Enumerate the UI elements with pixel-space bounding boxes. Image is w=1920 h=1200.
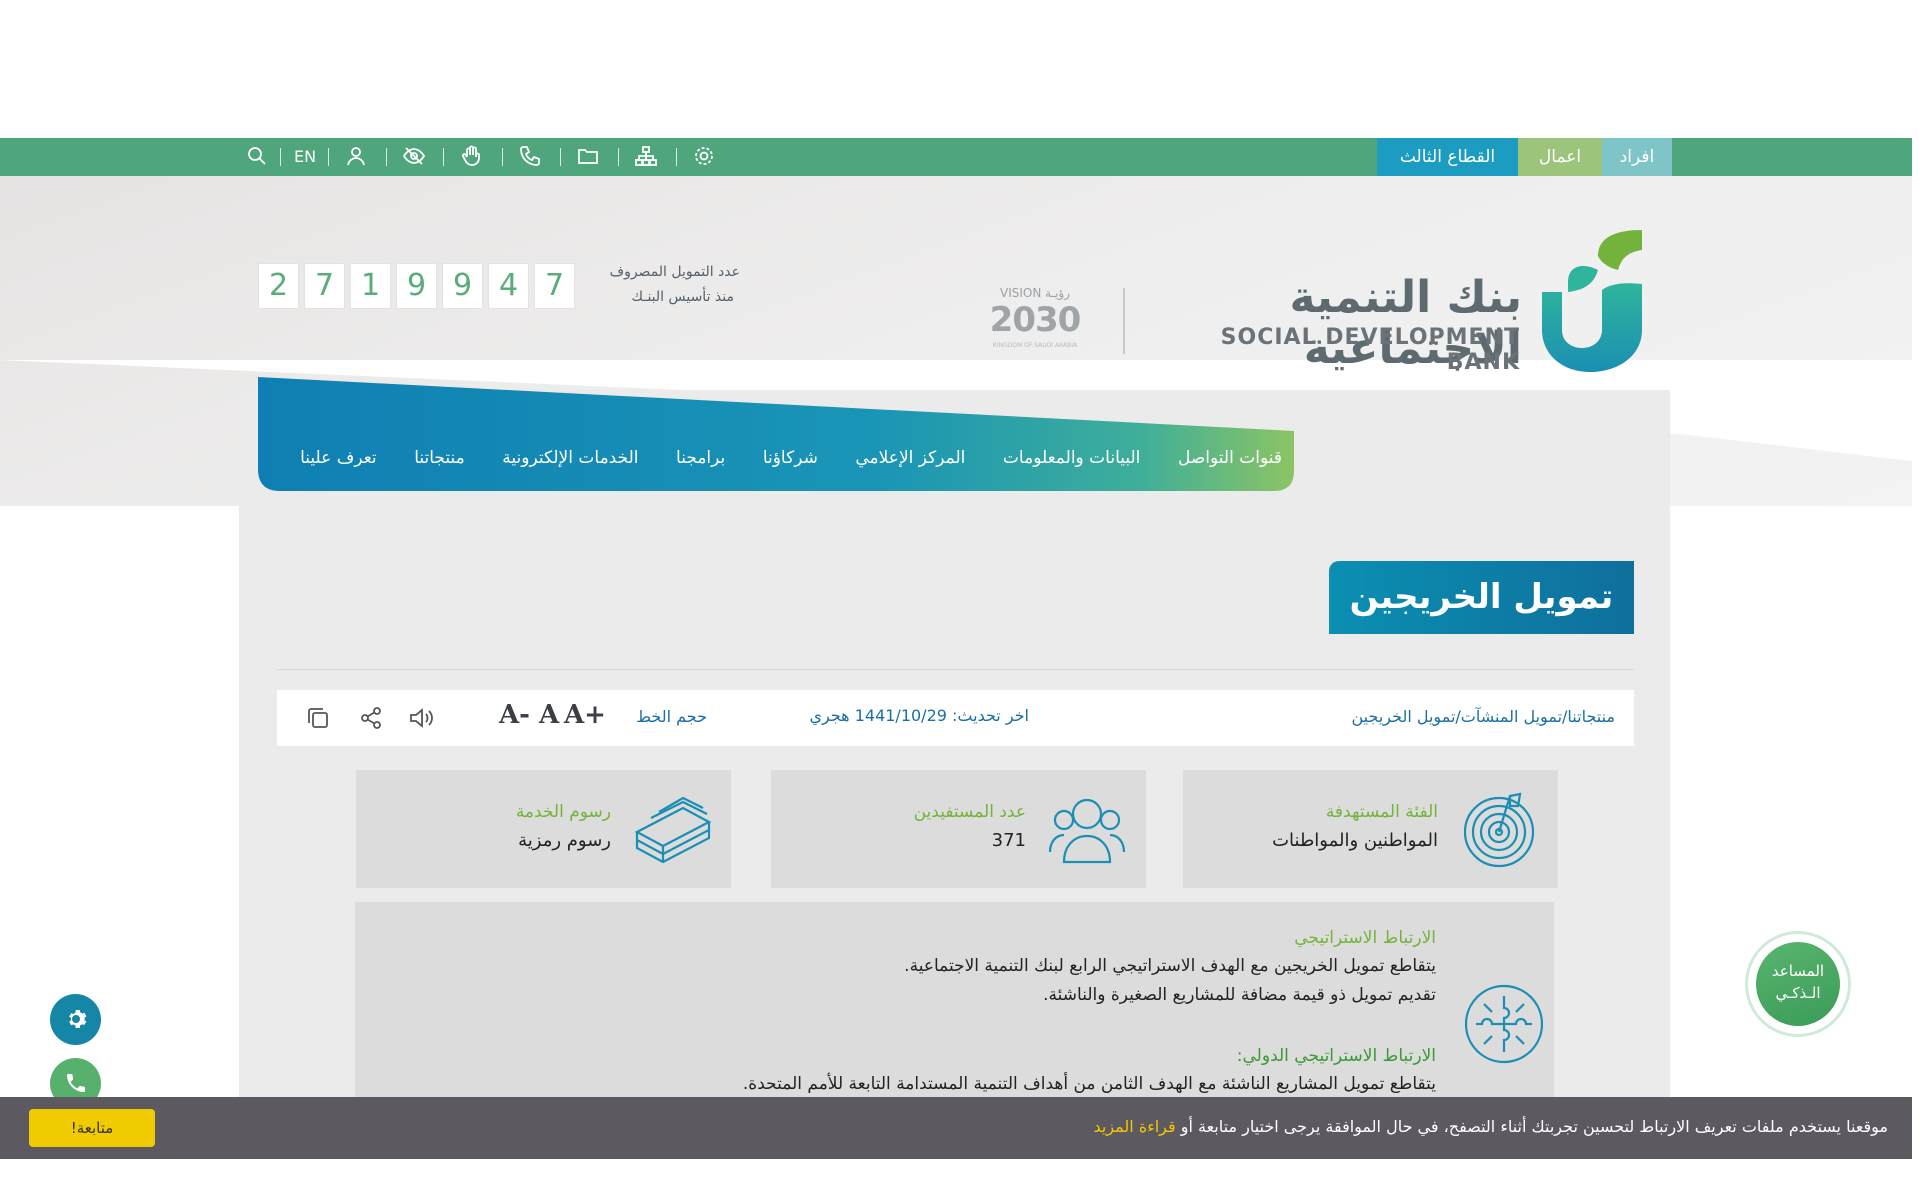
bank-name-english: SOCIAL DEVELOPMENT BANK — [1220, 325, 1520, 375]
counter-digit: 7 — [534, 263, 575, 309]
breadcrumb[interactable]: منتجاتنا/تمويل المنشآت/تمويل الخريجين — [1352, 707, 1616, 726]
vision-subtitle: KINGDOM OF SAUDI ARABIA — [992, 342, 1078, 349]
smart-assistant-label: المساعد الـذكـي — [1756, 942, 1840, 1026]
copy-icon[interactable] — [304, 704, 332, 732]
sitemap-icon[interactable] — [632, 144, 660, 170]
font-size-label: حجم الخط — [636, 707, 707, 726]
counter-digit: 1 — [350, 263, 391, 309]
nav-partners[interactable]: شركاؤنا — [763, 448, 818, 478]
breadcrumb-bar: منتجاتنا/تمويل المنشآت/تمويل الخريجين اخ… — [277, 690, 1634, 746]
segment-individuals[interactable]: افراد — [1602, 138, 1672, 176]
vision-label: VISION رؤيـة — [999, 286, 1071, 300]
counter-digit: 7 — [304, 263, 345, 309]
nav-products[interactable]: منتجاتنا — [414, 448, 465, 478]
card-beneficiaries: عدد المستفيدين 371 — [771, 770, 1146, 888]
toolbar-divider — [618, 148, 619, 166]
card-value: المواطنين والمواطنات — [1272, 830, 1438, 851]
target-icon — [1458, 788, 1540, 870]
users-icon — [1046, 788, 1128, 870]
bank-logo-icon[interactable] — [1538, 226, 1642, 372]
cookie-message: موقعنا يستخدم ملفات تعريف الارتباط لتحسي… — [1093, 1117, 1888, 1136]
counter-label: عدد التمويل المصروف — [609, 264, 740, 280]
toolbar-divider — [502, 148, 503, 166]
audio-speaker-icon[interactable] — [407, 704, 435, 732]
settings-gear-icon[interactable] — [690, 144, 718, 170]
card-service-fees: رسوم الخدمة رسوم رمزية — [356, 770, 731, 888]
counter-digit: 9 — [396, 263, 437, 309]
cookie-text: موقعنا يستخدم ملفات تعريف الارتباط لتحسي… — [1180, 1117, 1888, 1136]
financing-counter: 2 7 1 9 9 4 7 — [258, 263, 575, 309]
strategy-text: يتقاطع تمويل الخريجين مع الهدف الاستراتي… — [904, 956, 1436, 976]
assistant-line2: الـذكـي — [1775, 984, 1821, 1002]
language-toggle[interactable]: EN — [290, 144, 320, 170]
sign-language-icon[interactable] — [458, 144, 486, 170]
main-nav: تعرف علينا منتجاتنا الخدمات الإلكترونية … — [300, 448, 1282, 478]
strategy-heading: الارتباط الاستراتيجي — [1294, 928, 1436, 948]
vision-number: 2030 — [989, 300, 1082, 340]
smart-assistant-button[interactable]: المساعد الـذكـي — [1745, 931, 1851, 1037]
cookie-accept-button[interactable]: متابعة! — [29, 1109, 155, 1147]
nav-data-information[interactable]: البيانات والمعلومات — [1003, 448, 1141, 478]
toolbar-divider — [280, 148, 281, 166]
gear-icon — [68, 1010, 86, 1028]
phone-icon — [66, 1074, 85, 1092]
share-icon[interactable] — [357, 704, 385, 732]
international-strategy-heading: الارتباط الاستراتيجي الدولي: — [1236, 1046, 1436, 1066]
toolbar-divider — [560, 148, 561, 166]
nav-programs[interactable]: برامجنا — [676, 448, 725, 478]
page-title: تمويل الخريجين — [1329, 561, 1634, 634]
nav-media-center[interactable]: المركز الإعلامي — [855, 448, 965, 478]
counter-digit: 9 — [442, 263, 483, 309]
strategic-alignment-section: الارتباط الاستراتيجي يتقاطع تمويل الخريج… — [355, 902, 1554, 1122]
card-title: رسوم الخدمة — [515, 802, 611, 822]
nav-contact-channels[interactable]: قنوات التواصل — [1178, 448, 1282, 478]
title-divider — [277, 669, 1634, 670]
folder-icon[interactable] — [574, 144, 602, 170]
vision-2030-logo: VISION رؤيـة 2030 KINGDOM OF SAUDI ARABI… — [985, 286, 1085, 356]
accessibility-settings-button[interactable] — [50, 994, 101, 1045]
card-target-group: الفئة المستهدفة المواطنين والمواطنات — [1183, 770, 1558, 888]
toolbar-divider — [328, 148, 329, 166]
top-utility-bar: افراد اعمال القطاع الثالث EN — [0, 138, 1912, 176]
strategy-text: يتقاطع تمويل المشاريع الناشئة مع الهدف ا… — [742, 1074, 1436, 1094]
toolbar-divider — [443, 148, 444, 166]
card-title: عدد المستفيدين — [913, 802, 1026, 822]
toolbar-divider — [676, 148, 677, 166]
phone-icon[interactable] — [516, 144, 544, 170]
visibility-off-icon[interactable] — [400, 144, 428, 170]
font-decrease-button[interactable]: A- — [499, 700, 530, 730]
font-increase-button[interactable]: A+ — [564, 700, 606, 730]
counter-sublabel: منذ تأسيس البنـك — [631, 289, 734, 305]
toolbar-divider — [386, 148, 387, 166]
card-title: الفئة المستهدفة — [1325, 802, 1438, 822]
page: افراد اعمال القطاع الثالث EN بنك التنمية… — [0, 0, 1920, 1200]
nav-about[interactable]: تعرف علينا — [300, 448, 377, 478]
card-value: 371 — [991, 830, 1026, 851]
font-reset-button[interactable]: A — [539, 700, 559, 730]
counter-digit: 4 — [488, 263, 529, 309]
cookie-consent-bar: موقعنا يستخدم ملفات تعريف الارتباط لتحسي… — [0, 1097, 1912, 1159]
card-value: رسوم رمزية — [518, 830, 611, 851]
search-icon[interactable] — [243, 144, 271, 170]
segment-business[interactable]: اعمال — [1518, 138, 1602, 176]
nav-e-services[interactable]: الخدمات الإلكترونية — [502, 448, 638, 478]
puzzle-icon — [1462, 982, 1546, 1066]
money-stack-icon — [631, 788, 713, 870]
read-more-link[interactable]: قراءة المزيد — [1093, 1117, 1175, 1136]
strategy-text: تقديم تمويل ذو قيمة مضافة للمشاريع الصغي… — [1043, 985, 1436, 1005]
counter-digit: 2 — [258, 263, 299, 309]
logo-divider — [1123, 288, 1125, 354]
segment-third-sector[interactable]: القطاع الثالث — [1377, 138, 1518, 176]
last-updated: اخر تحديث: 1441/10/29 هجري — [809, 706, 1030, 725]
user-icon[interactable] — [342, 144, 370, 170]
assistant-line1: المساعد — [1771, 962, 1825, 980]
